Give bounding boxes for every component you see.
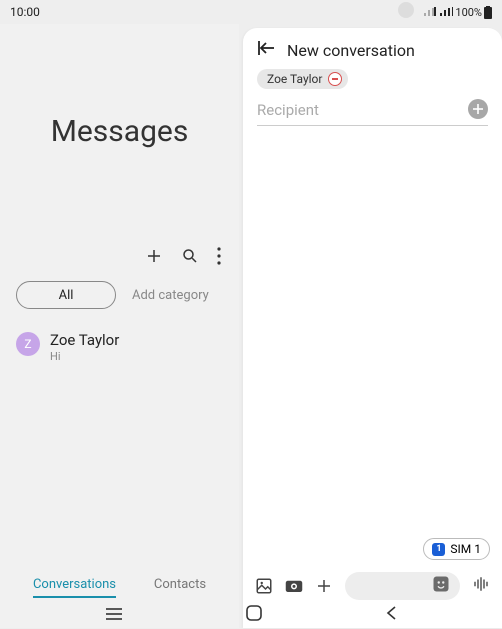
gallery-icon[interactable] <box>255 577 273 595</box>
status-bar: 10:00 100% <box>0 0 502 24</box>
message-input[interactable] <box>345 572 460 600</box>
messages-list-pane: Messages All Add category Z Zoe Taylor H… <box>0 24 239 628</box>
avatar: Z <box>16 332 40 356</box>
filter-all[interactable]: All <box>16 281 116 309</box>
navigation-bar <box>0 602 502 628</box>
add-recipient-button[interactable] <box>468 99 488 119</box>
new-conversation-pane: New conversation Zoe Taylor 1 SIM 1 <box>243 28 502 628</box>
conversation-preview: Hi <box>50 350 119 363</box>
signal-icon-2 <box>439 7 453 17</box>
filter-all-label: All <box>59 288 74 303</box>
page-title: Messages <box>0 114 239 149</box>
new-conversation-title: New conversation <box>287 41 415 60</box>
conversation-row[interactable]: Z Zoe Taylor Hi <box>0 321 239 373</box>
nav-home[interactable] <box>228 601 280 629</box>
camera-icon[interactable] <box>285 579 303 593</box>
compose-icon[interactable] <box>145 247 163 265</box>
remove-recipient-icon[interactable] <box>328 72 342 86</box>
battery-icon <box>484 6 492 19</box>
signal-icon <box>423 7 437 17</box>
add-attachment-icon[interactable] <box>315 577 333 595</box>
clock: 10:00 <box>10 5 40 19</box>
voice-record-icon[interactable] <box>472 575 490 597</box>
back-icon[interactable] <box>257 40 275 60</box>
sim-selector[interactable]: 1 SIM 1 <box>423 538 490 560</box>
sim-badge: 1 <box>432 543 445 556</box>
sticker-icon[interactable] <box>432 575 450 597</box>
camera-cutout <box>398 2 414 18</box>
sim-label: SIM 1 <box>450 542 481 556</box>
tab-contacts[interactable]: Contacts <box>154 577 206 598</box>
recipient-chip-name: Zoe Taylor <box>267 72 322 86</box>
add-category-button[interactable]: Add category <box>132 288 209 303</box>
more-icon[interactable] <box>217 247 221 265</box>
avatar-initial: Z <box>24 337 31 351</box>
battery-pct: 100% <box>455 6 482 19</box>
search-icon[interactable] <box>181 247 199 265</box>
conversation-name: Zoe Taylor <box>50 331 119 349</box>
status-right: 100% <box>423 6 492 19</box>
compose-bar <box>243 572 502 600</box>
tab-conversations[interactable]: Conversations <box>33 577 116 598</box>
recipient-input[interactable] <box>257 97 488 126</box>
nav-recents[interactable] <box>87 602 141 629</box>
sim-index: 1 <box>436 544 441 554</box>
recipient-chip[interactable]: Zoe Taylor <box>257 69 348 89</box>
nav-back[interactable] <box>367 601 415 629</box>
